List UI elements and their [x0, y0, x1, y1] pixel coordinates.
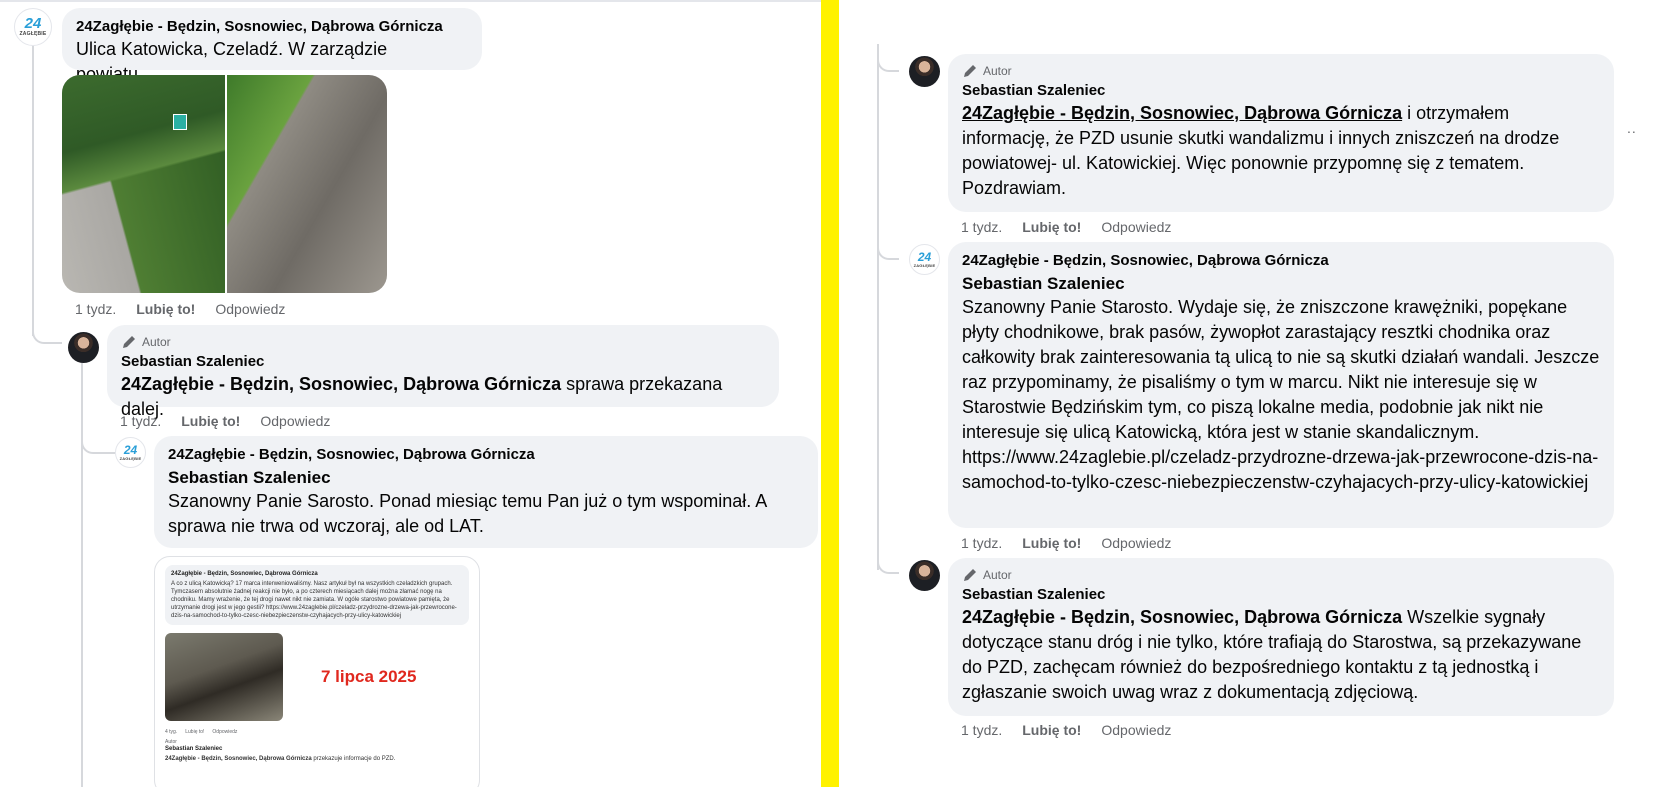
- screenshot-author: 24Zagłębie - Będzin, Sosnowiec, Dąbrowa …: [171, 571, 318, 577]
- road-sign: [172, 114, 187, 131]
- pencil-icon: [964, 569, 976, 581]
- author-avatar[interactable]: [909, 560, 940, 591]
- comment-author[interactable]: 24Zagłębie - Będzin, Sosnowiec, Dąbrowa …: [76, 17, 468, 37]
- comment-author[interactable]: 24Zagłębie - Będzin, Sosnowiec, Dąbrowa …: [168, 445, 804, 465]
- comment-bubble: 24Zagłębie - Będzin, Sosnowiec, Dąbrowa …: [62, 8, 482, 84]
- thread-connector: [32, 300, 62, 344]
- comment-actions: 1 tydz. Lubię to! Odpowiedz: [75, 300, 285, 318]
- reply-button[interactable]: Odpowiedz: [1101, 721, 1171, 739]
- comment-actions: 1 tydz. Lubię to! Odpowiedz: [120, 412, 330, 430]
- comment-bubble: Autor Sebastian Szaleniec 24Zagłębie - B…: [948, 54, 1614, 212]
- screenshot-mention: 24Zagłębie - Będzin, Sosnowiec, Dąbrowa …: [165, 756, 312, 762]
- comment-time[interactable]: 1 tydz.: [120, 412, 161, 430]
- comment-bubble: 24Zagłębie - Będzin, Sosnowiec, Dąbrowa …: [154, 436, 818, 548]
- page-avatar[interactable]: 24 ZAGŁĘBIE: [14, 8, 52, 46]
- screenshot-actions: 4 tyg. Lubię to! Odpowiedz: [165, 729, 469, 735]
- author-avatar[interactable]: [68, 332, 99, 363]
- mention-tag[interactable]: 24Zagłębie - Będzin, Sosnowiec, Dąbrowa …: [121, 374, 561, 394]
- left-panel: 24 ZAGŁĘBIE 24Zagłębie - Będzin, Sosnowi…: [0, 0, 821, 787]
- comment-text: 24Zagłębie - Będzin, Sosnowiec, Dąbrowa …: [962, 605, 1600, 705]
- page-avatar[interactable]: 24 ZAGŁĘBIE: [115, 437, 146, 468]
- yellow-divider: [821, 0, 839, 787]
- avatar-logo-word: ZAGŁĘBIE: [913, 262, 936, 268]
- like-button[interactable]: Lubię to!: [181, 412, 240, 430]
- comment-author[interactable]: 24Zagłębie - Będzin, Sosnowiec, Dąbrowa …: [962, 251, 1600, 271]
- screenshot-time: 4 tyg.: [165, 729, 178, 735]
- screenshot-reply: Odpowiedz: [212, 729, 238, 735]
- top-border: [0, 0, 821, 2]
- screenshot-like: Lubię to!: [185, 729, 205, 735]
- comment-text: Szanowny Panie Starosto. Wydaje się, że …: [962, 297, 1600, 492]
- author-badge: Autor: [962, 63, 1600, 79]
- comment-actions: 1 tydz. Lubię to! Odpowiedz: [961, 534, 1171, 552]
- attached-screenshot[interactable]: 24Zagłębie - Będzin, Sosnowiec, Dąbrowa …: [154, 556, 480, 787]
- comment-author[interactable]: Sebastian Szaleniec: [962, 81, 1600, 101]
- comment-author[interactable]: Sebastian Szaleniec: [962, 585, 1600, 605]
- author-avatar[interactable]: [909, 56, 940, 87]
- pencil-icon: [964, 65, 976, 77]
- photo-street: [62, 75, 225, 293]
- thread-connector: [81, 420, 115, 454]
- screenshot-photo: [165, 633, 283, 721]
- avatar-logo-number: 24: [123, 442, 138, 457]
- thread-connector: [877, 232, 899, 260]
- thread-line: [32, 46, 34, 336]
- avatar-logo-word: ZAGŁĘBIE: [19, 31, 47, 37]
- like-button[interactable]: Lubię to!: [1022, 721, 1081, 739]
- comment-actions: 1 tydz. Lubię to! Odpowiedz: [961, 721, 1171, 739]
- comment-bubble: Autor Sebastian Szaleniec 24Zagłębie - B…: [948, 558, 1614, 716]
- thread-line: [877, 44, 879, 570]
- avatar-logo-word: ZAGŁĘBIE: [119, 455, 142, 461]
- like-button[interactable]: Lubię to!: [136, 300, 195, 318]
- like-button[interactable]: Lubię to!: [1022, 218, 1081, 236]
- author-badge: Autor: [962, 567, 1600, 583]
- author-badge-label: Autor: [983, 64, 1012, 78]
- mention-tag[interactable]: Sebastian Szaleniec: [962, 273, 1600, 295]
- author-badge-label: Autor: [142, 335, 171, 349]
- comment-text: 24Zagłębie - Będzin, Sosnowiec, Dąbrowa …: [962, 101, 1600, 201]
- comment-time[interactable]: 1 tydz.: [75, 300, 116, 318]
- more-options-icon[interactable]: ..: [1627, 120, 1637, 136]
- screenshot-date: 7 lipca 2025: [321, 667, 417, 686]
- comment-time[interactable]: 1 tydz.: [961, 218, 1002, 236]
- comment-time[interactable]: 1 tydz.: [961, 534, 1002, 552]
- avatar-logo-number: 24: [917, 249, 932, 264]
- comment-text: Szanowny Panie Sarosto. Ponad miesiąc te…: [168, 491, 767, 536]
- comment-bubble: Autor Sebastian Szaleniec 24Zagłębie - B…: [107, 325, 779, 419]
- comment-time[interactable]: 1 tydz.: [961, 721, 1002, 739]
- screenshot-comment: 24Zagłębie - Będzin, Sosnowiec, Dąbrowa …: [165, 565, 469, 625]
- author-badge: Autor: [121, 334, 765, 350]
- screenshot-author-text: 24Zagłębie - Będzin, Sosnowiec, Dąbrowa …: [165, 755, 469, 763]
- like-button[interactable]: Lubię to!: [1022, 534, 1081, 552]
- thread-connector: [877, 546, 899, 574]
- reply-button[interactable]: Odpowiedz: [1101, 218, 1171, 236]
- reply-button[interactable]: Odpowiedz: [1101, 534, 1171, 552]
- pencil-icon: [123, 336, 135, 348]
- author-badge-label: Autor: [983, 568, 1012, 582]
- comment-author[interactable]: Sebastian Szaleniec: [121, 352, 765, 372]
- thread-connector: [877, 44, 899, 72]
- photo-sidewalk-damage: [224, 75, 387, 293]
- screenshot-author-name: Sebastian Szaleniec: [165, 746, 223, 752]
- comment-photo[interactable]: [62, 75, 387, 293]
- mention-tag[interactable]: Sebastian Szaleniec: [168, 467, 804, 489]
- right-panel: Autor Sebastian Szaleniec 24Zagłębie - B…: [839, 0, 1660, 787]
- page-avatar[interactable]: 24 ZAGŁĘBIE: [909, 244, 940, 275]
- reply-button[interactable]: Odpowiedz: [215, 300, 285, 318]
- screenshot-text: A co z ulicą Katowicką? 17 marca interwe…: [171, 581, 457, 619]
- avatar-logo-number: 24: [24, 15, 42, 32]
- mention-tag[interactable]: 24Zagłębie - Będzin, Sosnowiec, Dąbrowa …: [962, 103, 1402, 123]
- comment-actions: 1 tydz. Lubię to! Odpowiedz: [961, 218, 1171, 236]
- screenshot-author-msg: przekazuje informacje do PZD.: [313, 756, 396, 762]
- reply-button[interactable]: Odpowiedz: [260, 412, 330, 430]
- mention-tag[interactable]: 24Zagłębie - Będzin, Sosnowiec, Dąbrowa …: [962, 607, 1402, 627]
- comment-bubble: 24Zagłębie - Będzin, Sosnowiec, Dąbrowa …: [948, 242, 1614, 528]
